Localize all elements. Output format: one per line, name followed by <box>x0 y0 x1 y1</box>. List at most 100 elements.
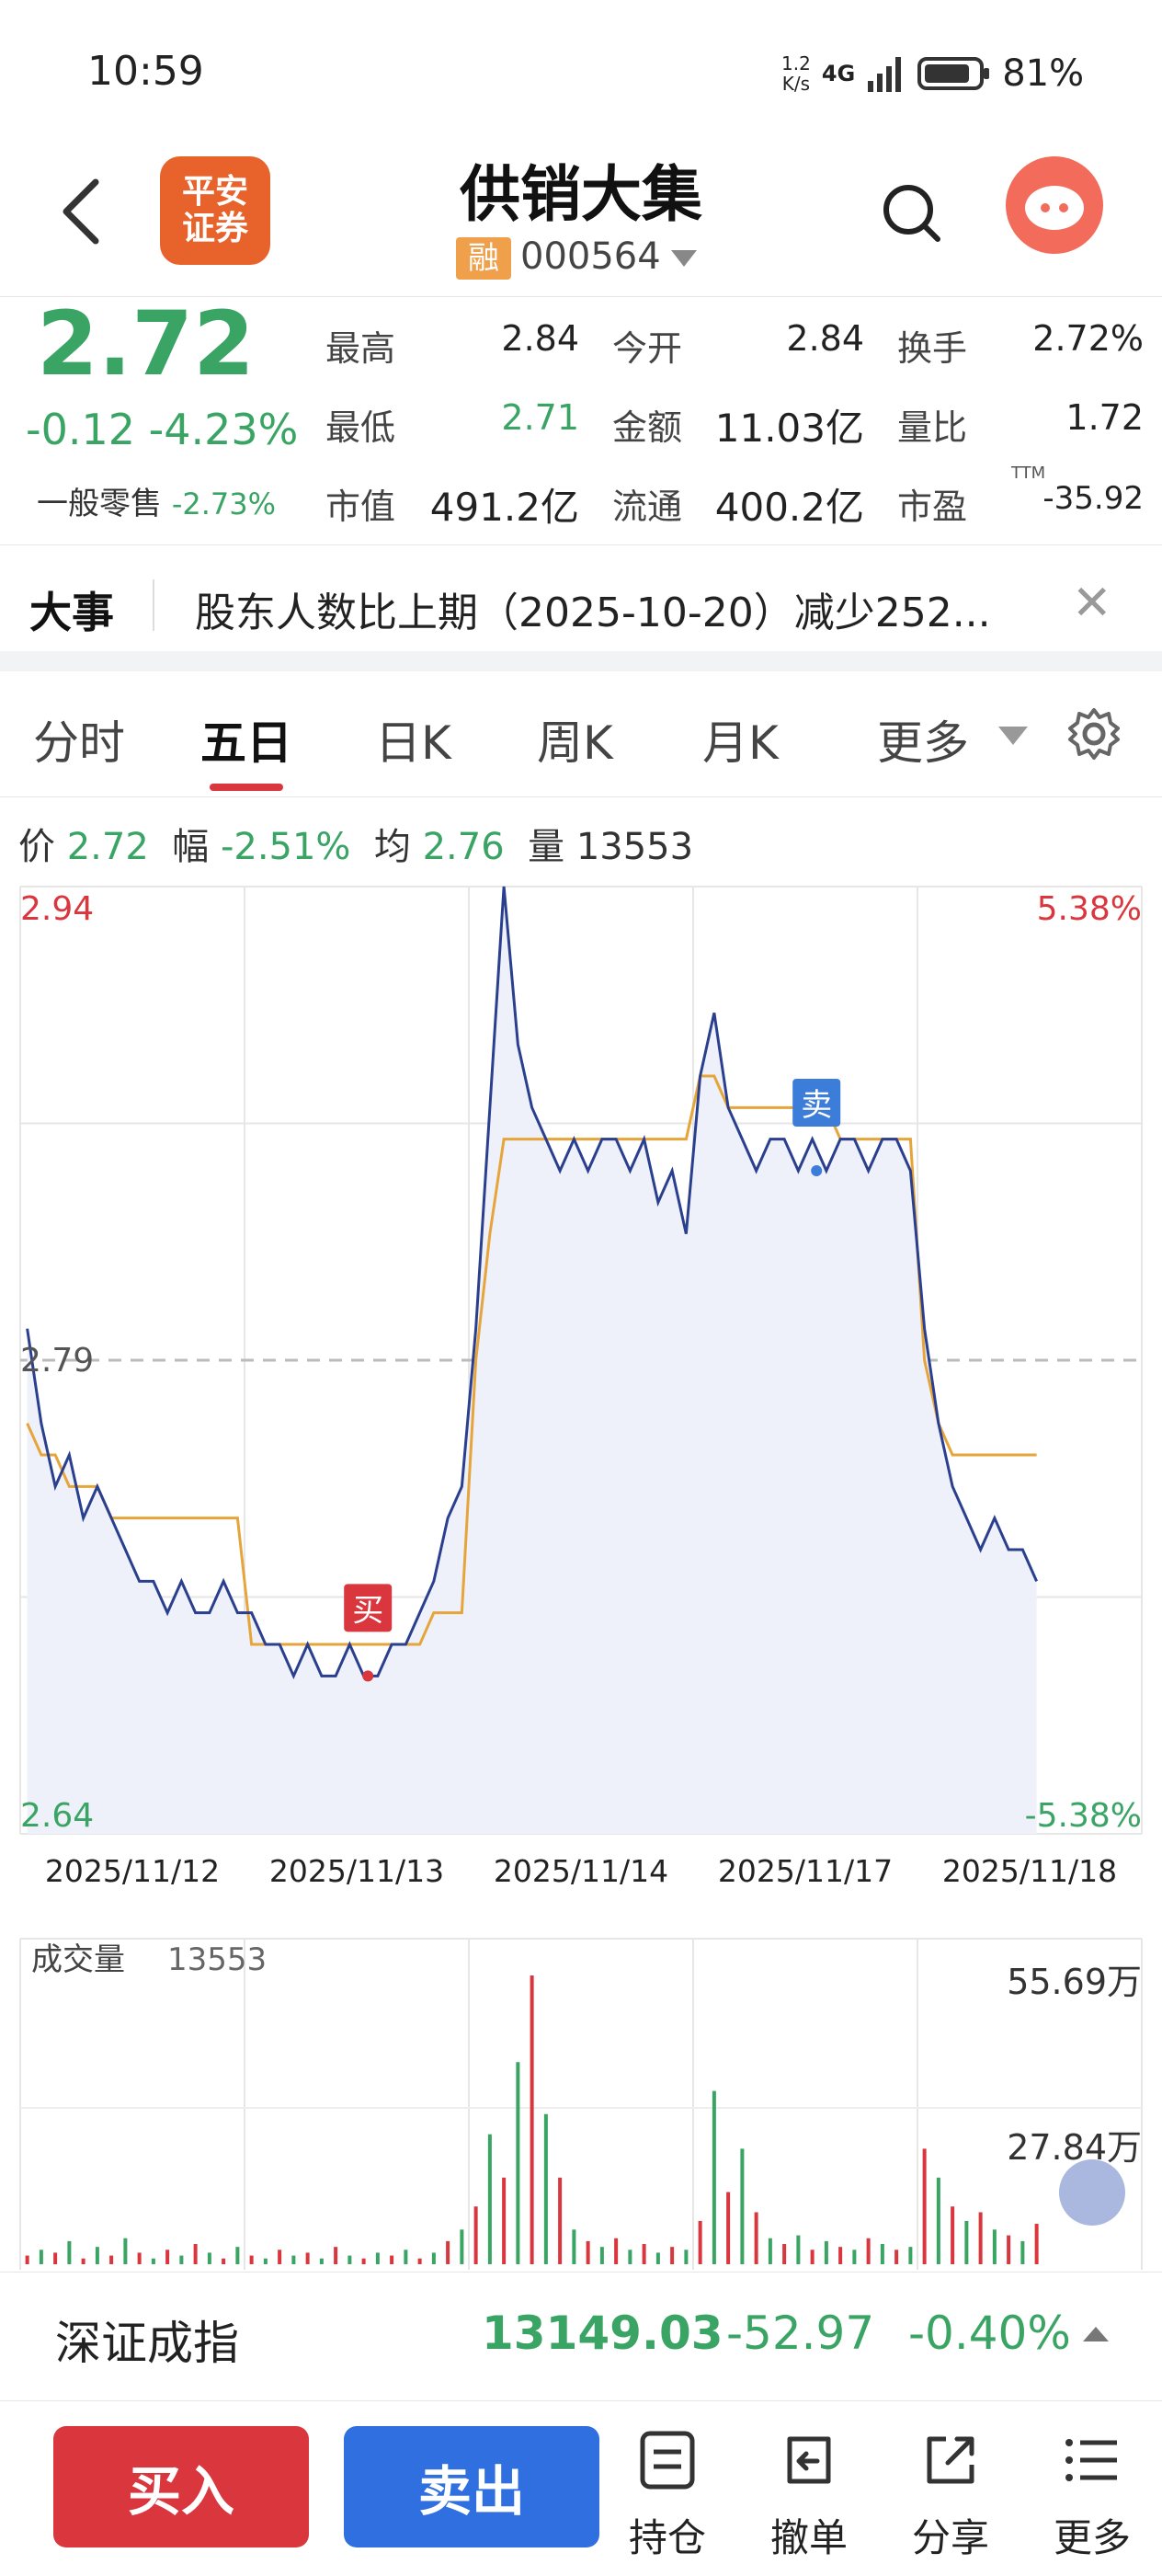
index-change-pct: -0.40% <box>908 2307 1071 2360</box>
battery-icon <box>917 57 990 90</box>
volume-bar <box>404 2250 408 2264</box>
volume-bar <box>361 2258 366 2264</box>
gear-icon <box>1068 708 1120 760</box>
close-icon[interactable]: ✕ <box>1072 576 1112 631</box>
volume-bar <box>179 2255 184 2264</box>
volume-bar <box>810 2250 815 2264</box>
trade-marker-label: 买 <box>352 1592 383 1629</box>
volume-bar <box>375 2252 380 2264</box>
volume-bar <box>207 2252 211 2264</box>
volume-bar <box>599 2247 604 2264</box>
volume-bar <box>642 2244 646 2264</box>
share-button[interactable]: 分享 <box>895 2428 1006 2563</box>
volume-bar <box>25 2255 29 2264</box>
volume-bar <box>768 2238 772 2264</box>
field-label: 金额 <box>612 407 683 448</box>
volume-bar <box>964 2220 969 2264</box>
field-label: 今开 <box>612 328 683 369</box>
volume-bar <box>796 2235 801 2264</box>
pct-max-label: 5.38% <box>1037 890 1142 928</box>
volume-bar <box>572 2229 576 2264</box>
divider <box>0 796 1162 797</box>
share-icon <box>927 2436 974 2484</box>
field-value: 2.72% <box>1032 318 1144 359</box>
index-change: -52.97 <box>726 2307 875 2360</box>
tab-daily-k[interactable]: 日K <box>375 706 451 773</box>
news-text[interactable]: 股东人数比上期（2025-10-20）减少252... <box>195 579 991 638</box>
volume-bar <box>992 2229 997 2264</box>
volume-bar <box>922 2148 927 2264</box>
volume-bar <box>614 2238 619 2264</box>
tab-monthly-k[interactable]: 月K <box>702 706 779 773</box>
news-separator <box>153 579 154 631</box>
field-value: 11.03亿 <box>714 406 864 451</box>
status-time: 10:59 <box>87 48 204 95</box>
field-label: 量比 <box>897 407 968 448</box>
volume-bar <box>628 2250 632 2264</box>
more-button[interactable]: 更多 <box>1037 2428 1147 2563</box>
sector-change[interactable]: 一般零售 -2.73% <box>37 478 276 523</box>
tab-five-day[interactable]: 五日 <box>200 706 292 773</box>
volume-label: 成交量 <box>31 1941 125 1978</box>
volume-bar <box>1007 2235 1011 2264</box>
volume-bar <box>1034 2224 1039 2264</box>
sell-button[interactable]: 卖出 <box>344 2426 599 2547</box>
x-date-label: 2025/11/17 <box>718 1853 893 1889</box>
volume-bar <box>712 2090 716 2264</box>
settings-button[interactable] <box>1065 704 1123 763</box>
caret-down-icon[interactable] <box>998 727 1028 745</box>
volume-bar <box>516 2062 520 2264</box>
field-label: 市值 <box>325 487 396 527</box>
tab-weekly-k[interactable]: 周K <box>537 706 613 773</box>
volume-bar <box>852 2250 857 2264</box>
stock-code[interactable]: 000564 <box>520 235 661 278</box>
current-price: 2.72 <box>37 292 255 395</box>
back-button[interactable] <box>55 175 110 248</box>
volume-bar <box>137 2252 142 2264</box>
field-value: 2.71 <box>501 397 579 438</box>
volume-bar <box>754 2212 758 2264</box>
search-button[interactable] <box>879 180 943 245</box>
trade-marker-dot <box>811 1165 823 1176</box>
field-value: -35.92 <box>1042 480 1144 517</box>
volume-bar <box>908 2247 913 2264</box>
buy-button[interactable]: 买入 <box>53 2426 309 2547</box>
volume-bar <box>655 2252 660 2264</box>
volume-bar <box>951 2206 955 2264</box>
volume-bar <box>39 2250 43 2264</box>
prev-close-label: 2.79 <box>20 1342 94 1380</box>
volume-bar <box>446 2240 450 2264</box>
volume-value: 13553 <box>167 1941 267 1978</box>
broker-logo[interactable]: 平安 证券 <box>160 156 270 265</box>
divider <box>0 544 1162 545</box>
field-label: 换手 <box>897 328 968 369</box>
caret-down-icon[interactable] <box>671 250 697 267</box>
chart-info-row: 价 2.72 幅 -2.51% 均 2.76 量 13553 <box>18 826 694 868</box>
caret-up-icon[interactable] <box>1083 2327 1109 2341</box>
volume-bar <box>109 2255 114 2264</box>
volume-bar <box>586 2240 590 2264</box>
tab-more[interactable]: 更多 <box>877 706 969 773</box>
volume-bar <box>473 2206 478 2264</box>
assistant-avatar[interactable] <box>1006 156 1103 254</box>
volume-bar <box>460 2229 464 2264</box>
volume-bar <box>390 2255 394 2264</box>
volume-bar <box>431 2252 436 2264</box>
tab-intraday[interactable]: 分时 <box>33 706 125 773</box>
search-icon <box>883 185 940 242</box>
stock-name: 供销大集 <box>460 159 702 230</box>
cancel-order-button[interactable]: 撤单 <box>754 2428 864 2563</box>
positions-button[interactable]: 持仓 <box>612 2428 723 2563</box>
five-day-chart[interactable]: 买 卖 2.94 2.64 2.79 5.38% -5.38% 2025/11/12 2025/… <box>0 872 1162 2270</box>
fullscreen-icon[interactable] <box>1059 2159 1125 2226</box>
news-label: 大事 <box>29 588 114 637</box>
volume-bar <box>880 2244 884 2264</box>
trade-marker-label: 卖 <box>801 1087 832 1124</box>
battery-percent: 81% <box>1002 52 1085 95</box>
status-icons: 1.2 K/s 4G 81% <box>781 46 1084 101</box>
volume-bar <box>151 2258 155 2264</box>
field-label: 最低 <box>325 407 396 448</box>
volume-bar <box>866 2238 871 2264</box>
network-type: 4G <box>821 61 856 86</box>
volume-bar <box>347 2255 352 2264</box>
